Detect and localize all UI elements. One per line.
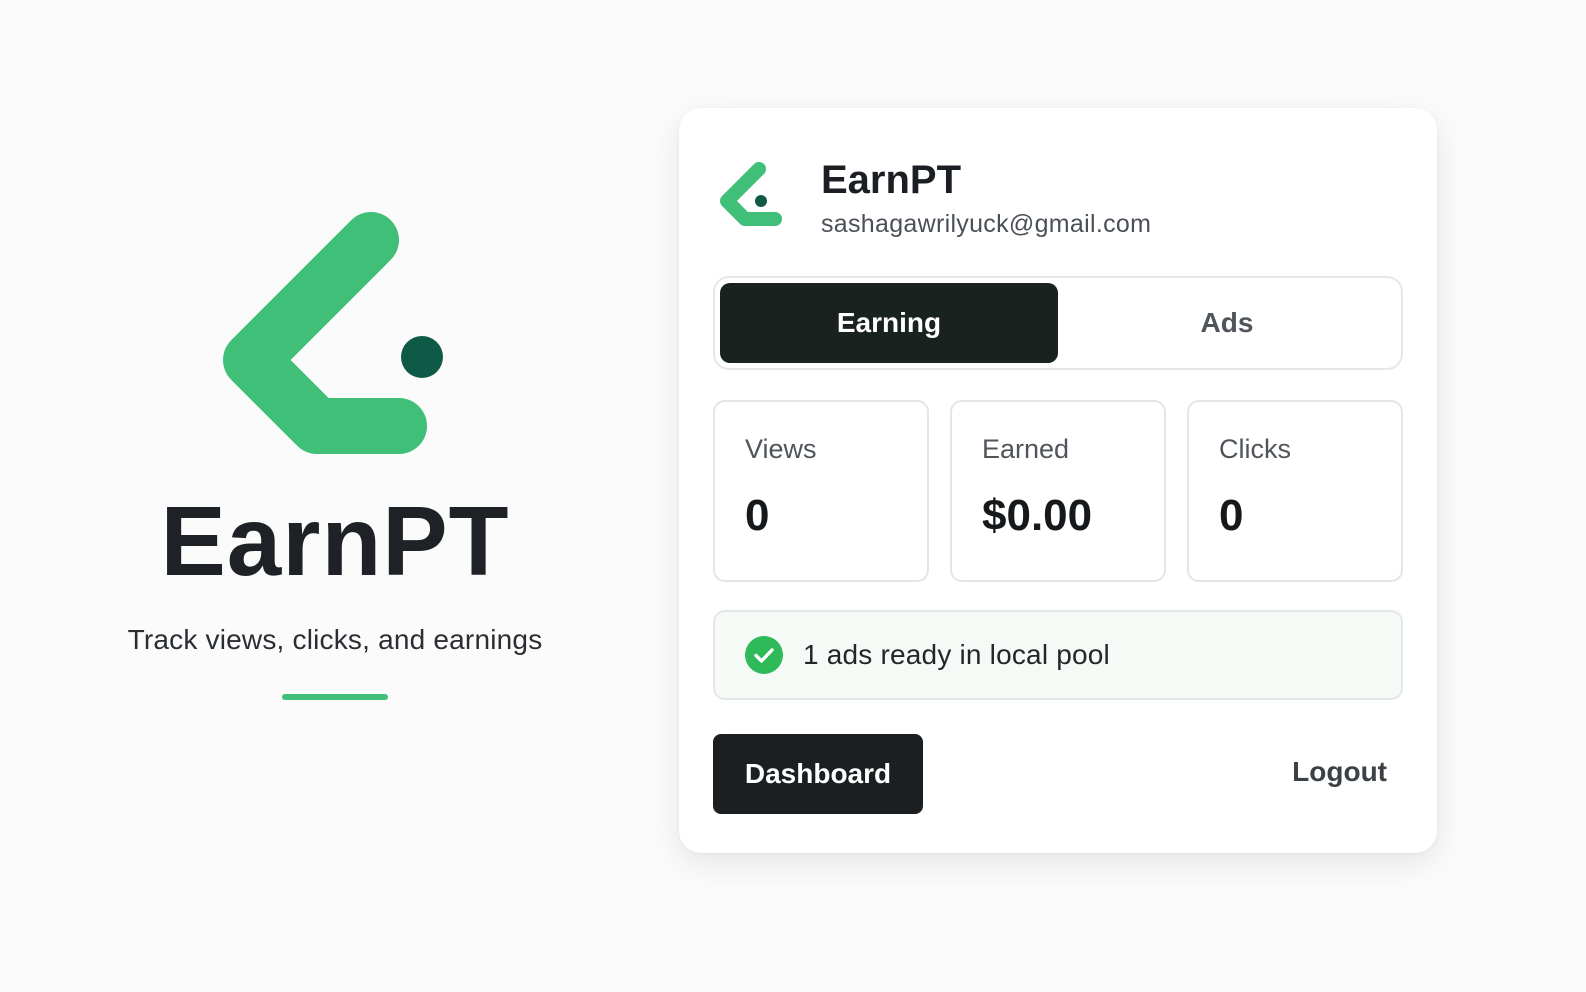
stat-value: 0 (1219, 491, 1244, 540)
tab-bar: Earning Ads (713, 276, 1403, 370)
stat-value: 0 (745, 491, 770, 540)
stat-label: Views (745, 434, 817, 464)
card-title: EarnPT (821, 158, 962, 202)
tab-earning[interactable]: Earning (720, 283, 1058, 363)
card-header: EarnPT sashagawrilyuck@gmail.com (719, 158, 1151, 239)
extension-popup-card: EarnPT sashagawrilyuck@gmail.com Earning… (679, 108, 1437, 853)
status-text: 1 ads ready in local pool (803, 639, 1110, 670)
stat-card-earned: Earned $0.00 (950, 400, 1166, 582)
stat-card-clicks: Clicks 0 (1187, 400, 1403, 582)
logout-button[interactable]: Logout (1292, 756, 1387, 788)
hero-title: EarnPT (160, 486, 510, 596)
check-circle-icon (745, 636, 783, 674)
hero-underline (282, 694, 388, 700)
brand-logo-icon (223, 212, 443, 454)
stats-row: Views 0 Earned $0.00 Clicks 0 (713, 400, 1403, 582)
account-email: sashagawrilyuck@gmail.com (821, 210, 1152, 238)
hero-tagline: Track views, clicks, and earnings (127, 624, 543, 655)
card-logo-icon (720, 161, 782, 226)
ads-status-bar: 1 ads ready in local pool (713, 610, 1403, 700)
account-info: EarnPT sashagawrilyuck@gmail.com (821, 158, 1151, 239)
stat-label: Earned (982, 434, 1070, 464)
stat-value: $0.00 (982, 491, 1093, 540)
stat-card-views: Views 0 (713, 400, 929, 582)
tab-ads[interactable]: Ads (1058, 283, 1396, 363)
brand-hero: EarnPT Track views, clicks, and earnings (80, 200, 590, 700)
dashboard-button[interactable]: Dashboard (713, 734, 923, 814)
stat-label: Clicks (1219, 434, 1291, 464)
